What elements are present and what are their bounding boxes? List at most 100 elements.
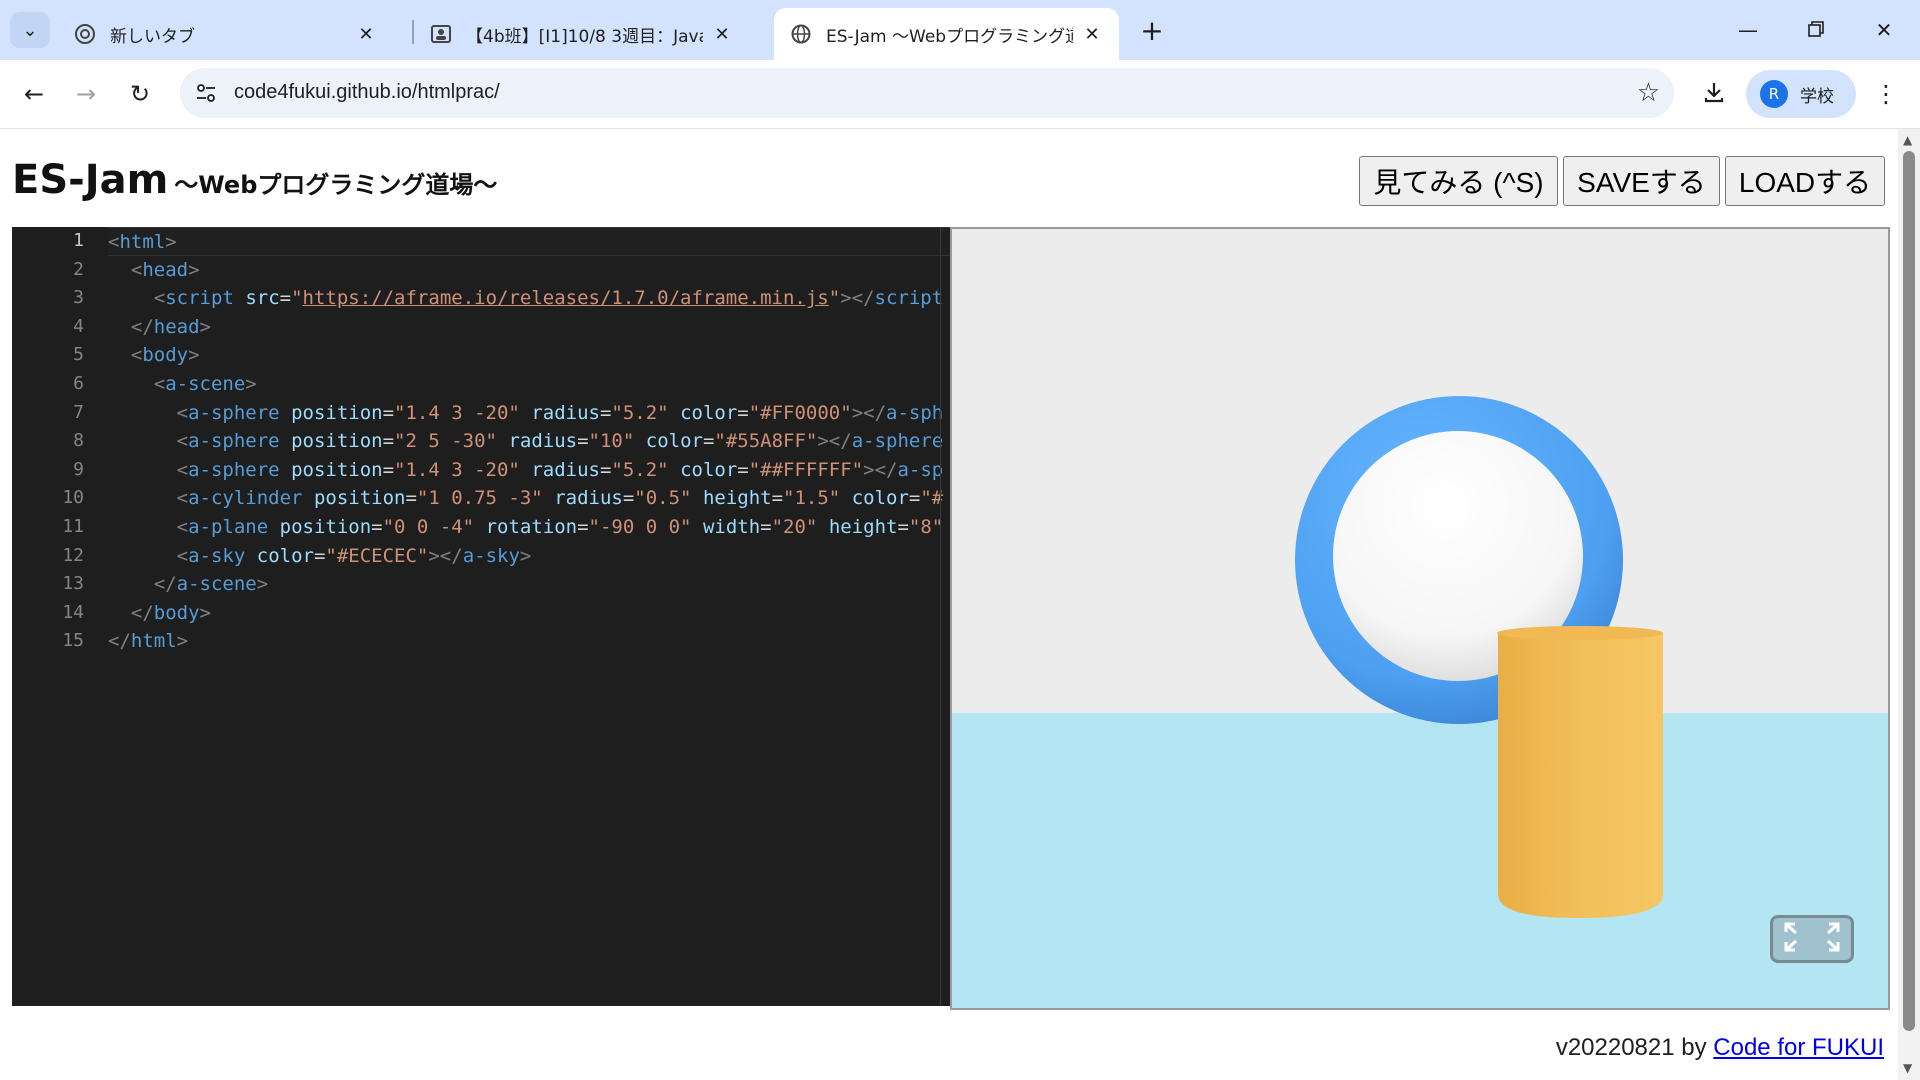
reload-icon: ↻ — [129, 80, 151, 108]
code-token: = — [279, 287, 292, 310]
code-line[interactable]: <a-sky color="#ECECEC"></a-sky> — [108, 542, 950, 571]
code-line[interactable]: <html> — [108, 227, 950, 256]
scene-preview[interactable] — [950, 227, 1890, 1010]
minimize-icon: — — [1738, 18, 1758, 42]
code-line[interactable]: </html> — [108, 627, 950, 656]
code-token: = — [405, 487, 417, 510]
line-number: 8 — [73, 430, 84, 452]
save-button[interactable]: SAVEする — [1563, 156, 1720, 206]
tab-classroom[interactable]: 【4b班】[I1]10/8 3週目：JavaScri ✕ — [414, 8, 749, 60]
downloads-button[interactable] — [1694, 74, 1734, 114]
code-line[interactable]: <a-sphere position="1.4 3 -20" radius="5… — [108, 399, 950, 428]
page-title-subtitle: 〜Webプログラミング道場〜 — [174, 171, 498, 199]
arrow-left-icon: ← — [23, 80, 45, 108]
code-token: color — [645, 430, 703, 453]
scroll-up-arrow-icon[interactable]: ▲ — [1903, 133, 1912, 147]
close-tab-icon[interactable]: ✕ — [355, 23, 377, 45]
run-button[interactable]: 見てみる (^S) — [1359, 156, 1558, 206]
code-token: color — [680, 458, 738, 481]
code-line[interactable]: </body> — [108, 599, 950, 628]
tab-new-tab[interactable]: 新しいタブ ✕ — [58, 8, 393, 60]
new-tab-button[interactable]: + — [1136, 13, 1168, 47]
tab-es-jam[interactable]: ES-Jam 〜Webプログラミング道場〜 ✕ — [774, 8, 1119, 60]
code-token: = — [382, 458, 395, 481]
code-token: a-scene — [176, 573, 257, 596]
code-token: > — [199, 315, 211, 338]
code-token: width — [702, 515, 761, 538]
code-token: position — [291, 458, 383, 481]
code-for-fukui-link[interactable]: Code for FUKUI — [1713, 1034, 1884, 1061]
restore-icon — [1808, 18, 1824, 42]
code-token: > — [199, 601, 211, 624]
line-number: 4 — [73, 315, 84, 337]
close-window-button[interactable]: ✕ — [1862, 10, 1906, 50]
code-line[interactable]: <body> — [108, 341, 950, 370]
url-text[interactable]: code4fukui.github.io/htmlprac/ — [234, 81, 500, 104]
code-token: ></ — [428, 544, 463, 567]
code-token: color — [680, 401, 738, 424]
forward-button[interactable]: → — [66, 74, 106, 114]
code-token: </ — [153, 573, 177, 596]
close-tab-icon[interactable]: ✕ — [1081, 23, 1103, 45]
code-token: script — [874, 287, 944, 310]
code-area[interactable]: <html> <head> <script src="https://afram… — [108, 227, 950, 656]
code-token: </ — [130, 601, 154, 624]
scrollbar-thumb[interactable] — [1903, 151, 1915, 1031]
code-line[interactable]: </a-scene> — [108, 570, 950, 599]
restore-button[interactable] — [1794, 10, 1838, 50]
back-button[interactable]: ← — [14, 74, 54, 114]
page-scrollbar[interactable]: ▲ ▼ — [1898, 129, 1920, 1080]
plus-icon: + — [1140, 13, 1164, 47]
tab-search-button[interactable]: ⌄ — [10, 12, 50, 48]
code-token: "##FFFFFF" — [748, 458, 864, 481]
code-token: head — [142, 258, 189, 281]
editor-ruler — [940, 227, 941, 1006]
code-token: a-plane — [188, 515, 269, 538]
browser-menu-button[interactable]: ⋮ — [1866, 74, 1906, 114]
minimize-button[interactable]: — — [1726, 10, 1770, 50]
profile-button[interactable]: R 学校 — [1746, 70, 1856, 118]
code-token: color — [256, 544, 314, 567]
load-button[interactable]: LOADする — [1725, 156, 1885, 206]
code-line[interactable]: <script src="https://aframe.io/releases/… — [108, 284, 950, 313]
reload-button[interactable]: ↻ — [120, 74, 160, 114]
site-settings-icon[interactable] — [194, 81, 218, 105]
code-token: html — [119, 231, 166, 253]
scroll-down-arrow-icon[interactable]: ▼ — [1903, 1061, 1912, 1075]
code-token: rotation — [485, 515, 578, 538]
code-line[interactable]: <a-plane position="0 0 -4" rotation="-90… — [108, 513, 950, 542]
address-bar[interactable]: code4fukui.github.io/htmlprac/ ☆ — [180, 68, 1674, 118]
code-line[interactable]: <a-sphere position="1.4 3 -20" radius="5… — [108, 456, 950, 485]
close-tab-icon[interactable]: ✕ — [711, 23, 733, 45]
code-line[interactable]: <head> — [108, 256, 950, 285]
code-line[interactable]: <a-scene> — [108, 370, 950, 399]
code-token: ></ — [851, 401, 887, 424]
code-token: > — [256, 573, 269, 596]
bookmark-star-icon[interactable]: ☆ — [1637, 78, 1660, 108]
line-number: 9 — [73, 458, 84, 480]
code-token: > — [245, 372, 257, 395]
code-token: "-90 0 0" — [588, 515, 692, 538]
code-token: = — [382, 430, 395, 453]
code-token: = — [771, 487, 784, 510]
chrome-icon — [74, 23, 96, 45]
code-editor[interactable]: 1 2 3 4 5 6 7 8 9 10 11 12 13 14 15 <html> <head> <scr… — [12, 227, 950, 1006]
browser-tab-strip: ⌄ 新しいタブ ✕ 【4b班】[I1]10/8 3週目：JavaScri ✕ E… — [0, 0, 1920, 60]
code-token: </ — [108, 630, 131, 653]
code-line[interactable]: <a-cylinder position="1 0.75 -3" radius=… — [108, 484, 950, 513]
code-token: "5.2" — [611, 458, 669, 481]
code-line[interactable]: </head> — [108, 313, 950, 342]
fullscreen-button[interactable] — [1770, 915, 1854, 963]
code-line[interactable]: <a-sphere position="2 5 -30" radius="10"… — [108, 427, 950, 456]
code-token: "#ECECEC" — [325, 544, 429, 567]
fullscreen-icon — [1782, 920, 1842, 958]
